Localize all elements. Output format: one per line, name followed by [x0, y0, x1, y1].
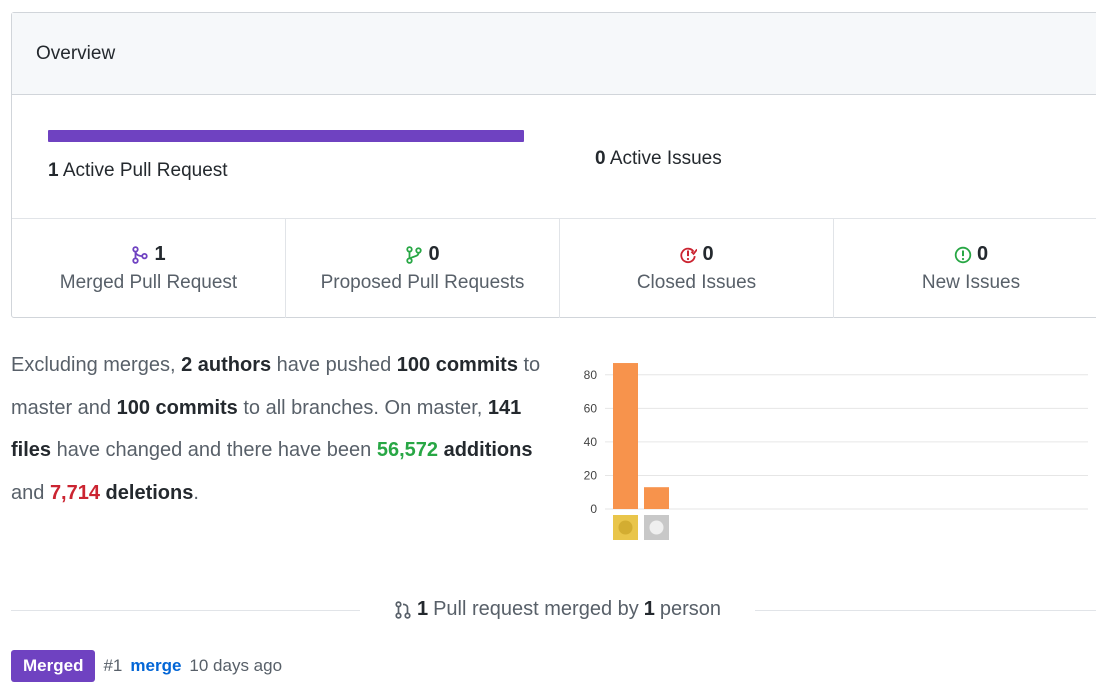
divider-left	[11, 610, 366, 611]
new-count: 0	[976, 243, 989, 265]
overview-panel: Overview 1 Active Pull Request 0 Active …	[11, 12, 1096, 318]
new-label: New Issues	[921, 272, 1021, 293]
closed-label: Closed Issues	[636, 272, 757, 293]
merged-summary: 1 Pull request merged by 1 person	[360, 598, 755, 621]
stats-row: 1 Merged Pull Request 0 Proposed Pull Re…	[12, 219, 1096, 318]
active-pull-requests-link[interactable]: 1 Active Pull Request	[48, 160, 228, 182]
merged-pr-count: 1	[416, 598, 429, 620]
chart-bar-author-1	[613, 363, 638, 509]
git-pull-request-icon	[406, 245, 423, 264]
commit-summary: Excluding merges, 2 authors have pushed …	[11, 344, 541, 514]
pr-time: 10 days ago	[189, 656, 283, 675]
chart-bars	[613, 363, 669, 509]
chart-y-tick-label: 40	[584, 435, 598, 449]
git-pull-request-icon	[395, 600, 411, 619]
merged-pull-requests-stat[interactable]: 1 Merged Pull Request	[12, 219, 286, 318]
proposed-count: 0	[428, 243, 440, 265]
new-issues-stat[interactable]: 0 New Issues	[834, 219, 1096, 318]
chart-y-tick-label: 60	[584, 401, 598, 415]
merged-label: Merged Pull Request	[59, 272, 238, 293]
summary-additions-word: additions	[438, 439, 533, 461]
git-merge-icon	[132, 245, 149, 264]
active-issues-label: Active Issues	[609, 148, 722, 169]
summary-deletions-word: deletions	[100, 481, 194, 504]
active-row: 1 Active Pull Request 0 Active Issues	[12, 95, 1096, 219]
merged-pr-item: Merged #1 merge 10 days ago	[11, 650, 282, 682]
pr-number: #1	[103, 656, 123, 675]
closed-stat-top: 0	[679, 243, 714, 266]
author-avatar-glyph	[649, 520, 664, 535]
chart-bar-author-2	[644, 487, 669, 509]
proposed-stat-top: 0	[405, 243, 440, 266]
chart-y-tick-label: 20	[584, 468, 598, 482]
merged-summary-mid: Pull request merged by	[433, 598, 639, 620]
chart-avatars	[613, 515, 669, 540]
proposed-pull-requests-stat[interactable]: 0 Proposed Pull Requests	[286, 219, 560, 318]
active-pr-progress-bar	[48, 130, 524, 142]
chart-y-tick-label: 0	[590, 502, 597, 516]
summary-text-2: have pushed	[271, 354, 397, 376]
summary-text-1: Excluding merges,	[11, 354, 182, 376]
summary-text-7: .	[193, 481, 199, 504]
active-issues-link[interactable]: 0 Active Issues	[595, 148, 722, 170]
issue-opened-icon	[954, 246, 972, 263]
merged-summary-tail: person	[659, 598, 722, 620]
summary-additions-count: 56,572	[376, 439, 439, 461]
merged-stat-top: 1	[131, 243, 166, 266]
summary-text-4: to all branches. On master,	[237, 396, 488, 419]
commits-by-author-chart: 0 20 40 60 80	[584, 363, 1088, 540]
active-pr-label: Active Pull Request	[62, 160, 228, 181]
proposed-label: Proposed Pull Requests	[320, 272, 525, 293]
summary-text-6: and	[11, 481, 50, 504]
summary-all-commits: 100 commits	[116, 396, 238, 419]
overview-header: Overview	[12, 13, 1096, 95]
active-pr-count: 1	[48, 160, 59, 181]
merged-count: 1	[154, 243, 166, 265]
divider-right	[750, 610, 1096, 611]
closed-count: 0	[702, 243, 714, 265]
summary-text-5: have changed and there have been	[51, 439, 377, 461]
active-issues-count: 0	[595, 148, 606, 169]
chart-y-tick-label: 80	[584, 368, 598, 382]
active-pr-progress-fill	[48, 130, 524, 142]
overview-title: Overview	[36, 42, 116, 64]
new-stat-top: 0	[954, 243, 988, 266]
summary-master-commits: 100 commits	[396, 354, 518, 376]
merged-people-count: 1	[643, 598, 655, 620]
summary-deletions-count: 7,714	[49, 481, 100, 504]
summary-authors: 2 authors	[181, 354, 272, 376]
author-avatar-glyph	[618, 520, 633, 535]
issue-closed-icon	[680, 247, 698, 263]
merged-badge: Merged	[11, 650, 96, 682]
pr-title-link[interactable]: merge	[130, 656, 181, 676]
closed-issues-stat[interactable]: 0 Closed Issues	[560, 219, 834, 318]
